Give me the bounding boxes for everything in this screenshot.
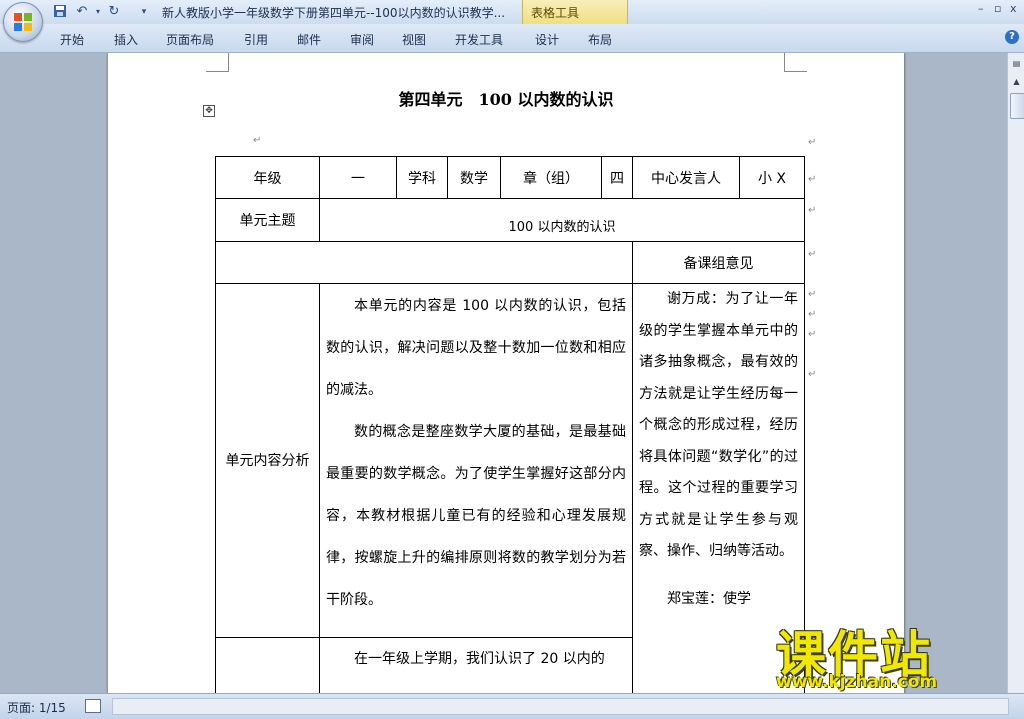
end-of-row-mark-icon: ↵ xyxy=(808,309,817,320)
document-workspace: 第四单元 100 以内数的认识 ✥ ↵ ↵ ↵ ↵ ↵ ↵ ↵ ↵ ↵ 年级 一… xyxy=(0,53,1007,693)
title-bar: ↶ ▾ ↻ ▾ 新人教版小学一年级数学下册第四单元--100以内数的认识教学..… xyxy=(0,0,1024,42)
tab-developer[interactable]: 开发工具 xyxy=(455,31,503,48)
scroll-thumb[interactable] xyxy=(1010,93,1024,119)
end-of-row-mark-icon: ↵ xyxy=(808,205,817,216)
ruler-toggle-icon[interactable]: ▤ xyxy=(1010,57,1023,71)
restore-button[interactable]: ▫ xyxy=(994,2,1001,15)
cell-chapter-label[interactable]: 章（组） xyxy=(500,156,602,199)
end-of-row-mark-icon: ↵ xyxy=(808,289,817,300)
redo-icon[interactable]: ↻ xyxy=(106,4,122,20)
tab-references[interactable]: 引用 xyxy=(244,31,268,48)
end-of-row-mark-icon: ↵ xyxy=(808,249,817,260)
cell-subject-value[interactable]: 数学 xyxy=(447,156,501,199)
vertical-scrollbar[interactable]: ▤ ▲ xyxy=(1007,53,1024,693)
cell-chapter-value[interactable]: 四 xyxy=(601,156,633,199)
analysis-paragraph: 数的概念是整座数学大厦的基础，是最基础最重要的数学概念。为了使学生掌握好这部分内… xyxy=(326,424,626,608)
ribbon xyxy=(0,24,1024,53)
analysis-paragraph: 本单元的内容是 100 以内数的认识，包括数的认识，解决问题以及整十数加一位数和… xyxy=(326,298,626,398)
tab-mailings[interactable]: 邮件 xyxy=(297,31,321,48)
proofing-status-icon[interactable] xyxy=(85,699,101,713)
tab-home[interactable]: 开始 xyxy=(60,31,84,48)
office-logo-icon xyxy=(14,13,32,31)
tab-view[interactable]: 视图 xyxy=(402,31,426,48)
office-button[interactable] xyxy=(3,2,43,42)
window-title: 新人教版小学一年级数学下册第四单元--100以内数的认识教学... xyxy=(162,6,506,20)
minimize-button[interactable]: – xyxy=(978,2,984,15)
cell-analysis-content[interactable]: 本单元的内容是 100 以内数的认识，包括数的认识，解决问题以及整十数加一位数和… xyxy=(319,283,633,638)
cell-next-content[interactable]: 在一年级上学期，我们认识了 20 以内的 xyxy=(319,637,633,693)
end-of-row-mark-icon: ↵ xyxy=(808,137,817,148)
cell-analysis-label[interactable]: 单元内容分析 xyxy=(215,283,320,638)
context-tab-label: 表格工具 xyxy=(531,6,580,20)
opinion-paragraph: 谢万成：为了让一年级的学生掌握本单元中的诸多抽象概念，最有效的方法就是让学生经历… xyxy=(639,291,798,559)
undo-dropdown-icon[interactable]: ▾ xyxy=(90,4,106,20)
tab-page-layout[interactable]: 页面布局 xyxy=(166,31,214,48)
cell-theme-label[interactable]: 单元主题 xyxy=(215,198,320,242)
status-bar: 页面: 1/15 xyxy=(0,693,1024,719)
cell-subject-label[interactable]: 学科 xyxy=(396,156,448,199)
cell-opinion-header[interactable]: 备课组意见 xyxy=(632,241,805,284)
crop-mark-right xyxy=(784,53,807,72)
end-of-row-mark-icon: ↵ xyxy=(808,369,817,380)
cell-speaker-label[interactable]: 中心发言人 xyxy=(632,156,740,199)
help-icon[interactable]: ? xyxy=(1005,30,1019,44)
watermark-url: www.kjzhan.com xyxy=(776,672,938,692)
tab-layout[interactable]: 布局 xyxy=(588,31,612,48)
crop-mark-left xyxy=(206,53,229,72)
document-page[interactable]: 第四单元 100 以内数的认识 ✥ ↵ ↵ ↵ ↵ ↵ ↵ ↵ ↵ ↵ 年级 一… xyxy=(108,53,904,693)
page-counter[interactable]: 页面: 1/15 xyxy=(7,699,66,716)
document-title: 第四单元 100 以内数的认识 xyxy=(398,90,614,109)
document-table[interactable]: 年级 一 学科 数学 章（组） 四 中心发言人 小 X 单元主题 100 以内数… xyxy=(215,156,805,693)
next-paragraph: 在一年级上学期，我们认识了 20 以内的 xyxy=(354,651,605,667)
tab-design[interactable]: 设计 xyxy=(535,31,559,48)
opinion-paragraph: 郑宝莲：使学 xyxy=(667,590,751,607)
cell-speaker-value[interactable]: 小 X xyxy=(739,156,805,199)
paragraph-mark-icon: ↵ xyxy=(253,135,262,146)
end-of-row-mark-icon: ↵ xyxy=(808,329,817,340)
tab-review[interactable]: 审阅 xyxy=(350,31,374,48)
customize-quick-access-icon[interactable]: ▾ xyxy=(136,4,152,20)
end-of-row-mark-icon: ↵ xyxy=(808,174,817,185)
cell-theme-value[interactable]: 100 以内数的认识 xyxy=(319,198,805,242)
table-tools-context-tab: 表格工具 xyxy=(522,0,628,24)
table-move-handle-icon[interactable]: ✥ xyxy=(203,105,215,117)
horizontal-scrollbar[interactable] xyxy=(112,698,1009,715)
save-icon[interactable] xyxy=(52,4,68,20)
cell-grade-label[interactable]: 年级 xyxy=(215,156,320,199)
tab-insert[interactable]: 插入 xyxy=(114,31,138,48)
cell-grade-value[interactable]: 一 xyxy=(319,156,397,199)
cell-next-label[interactable] xyxy=(215,637,320,693)
cell-blank[interactable] xyxy=(215,241,633,284)
scroll-up-icon[interactable]: ▲ xyxy=(1010,75,1023,89)
close-button[interactable]: x xyxy=(1010,2,1017,15)
undo-icon[interactable]: ↶ xyxy=(74,4,90,20)
